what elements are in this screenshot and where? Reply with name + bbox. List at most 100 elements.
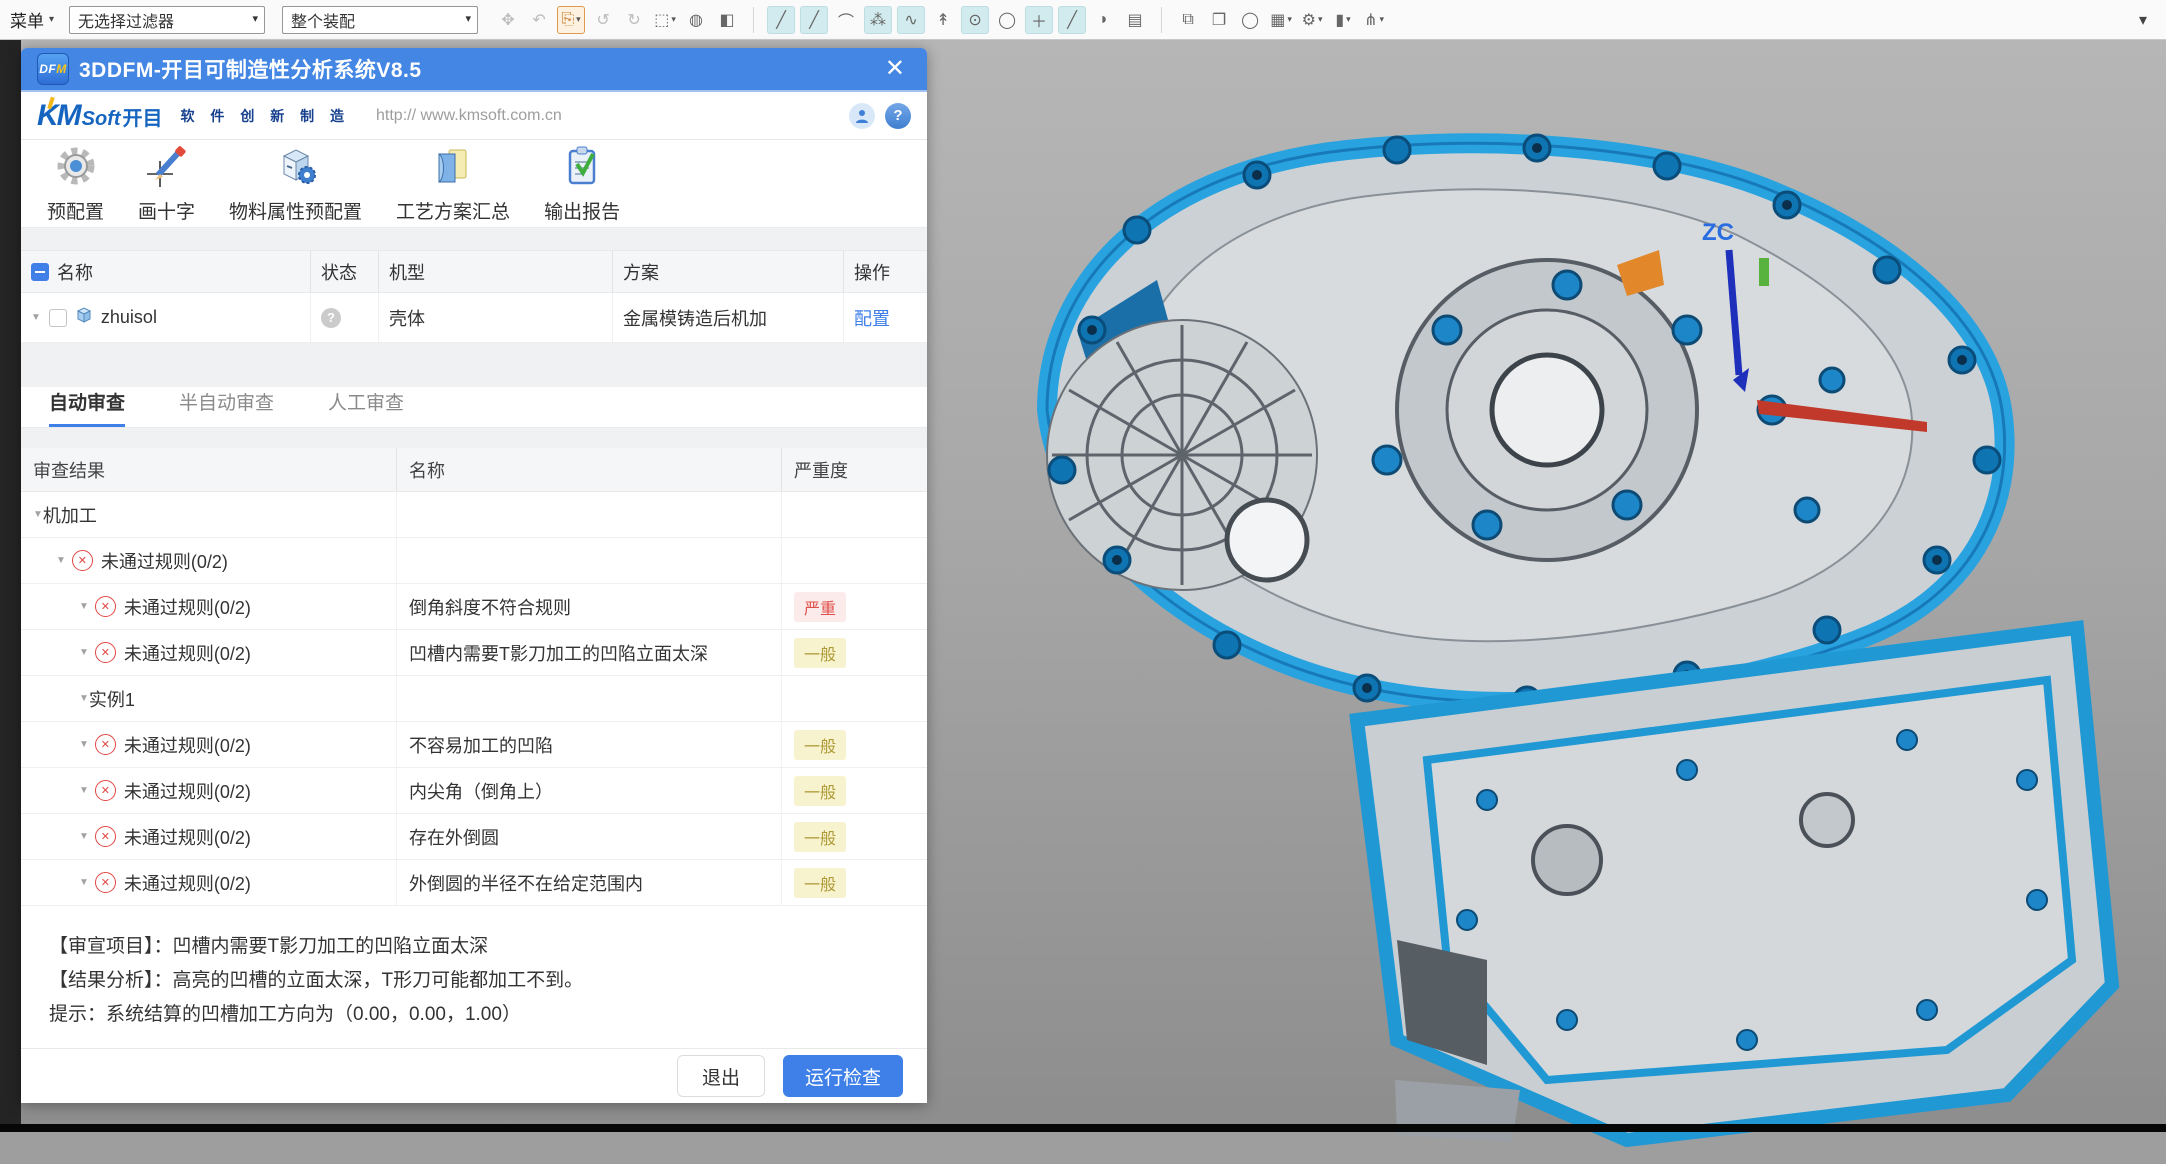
arc-tool-icon[interactable]: ⌒ <box>833 7 859 33</box>
spline-tool-icon[interactable]: ∿ <box>897 6 925 34</box>
pencil-crosshair-icon <box>145 144 189 193</box>
result-label: 未通过规则(0/2) <box>124 594 251 620</box>
action-toolbar: 预配置 画十字 物料属性预配置 <box>21 140 927 228</box>
exit-button[interactable]: 退出 <box>677 1055 765 1097</box>
半自动审查[interactable]: 半自动审查 <box>179 388 274 427</box>
sketch-line-icon[interactable]: ╱ <box>800 6 828 34</box>
cross-tool-icon[interactable]: ＋ <box>1025 6 1053 34</box>
result-row[interactable]: 未通过规则(0/2) 存在外倒圆 一般 <box>21 814 927 860</box>
expander-icon[interactable] <box>79 647 89 658</box>
result-row[interactable]: 实例1 <box>21 676 927 722</box>
人工审查[interactable]: 人工审查 <box>328 388 404 427</box>
close-icon[interactable]: ✕ <box>879 57 911 81</box>
rotate-left-icon[interactable]: ↺ <box>590 7 616 33</box>
rule-name: 倒角斜度不符合规则 <box>396 584 781 629</box>
dfm-dialog: DFM 3DDFM-开目可制造性分析系统V8.5 ✕ KMSoft开目 软 件 … <box>21 48 927 1103</box>
自动审查[interactable]: 自动审查 <box>49 388 125 427</box>
shaded-cube-icon[interactable]: ◧ <box>714 7 740 33</box>
expander-icon[interactable] <box>79 601 89 612</box>
spacer <box>21 228 927 250</box>
column-action: 操作 <box>843 251 927 292</box>
window-icon[interactable]: ❐ <box>1206 7 1232 33</box>
menu-button[interactable]: 菜单 <box>10 7 54 32</box>
severity-badge: 一般 <box>794 822 846 852</box>
rotate-right-icon[interactable]: ↻ <box>621 7 647 33</box>
error-icon <box>95 734 116 755</box>
process-plan-summary-button[interactable]: 工艺方案汇总 <box>396 144 510 224</box>
ellipse-tool-icon[interactable]: ◯ <box>994 7 1020 33</box>
select-all-checkbox[interactable] <box>31 263 49 281</box>
cylinder-icon[interactable]: ▮ <box>1330 7 1356 33</box>
error-icon <box>95 642 116 663</box>
result-row[interactable]: 未通过规则(0/2) 凹槽内需要T影刀加工的凹陷立面太深 一般 <box>21 630 927 676</box>
expander-icon[interactable] <box>79 785 89 796</box>
rule-name: 不容易加工的凹陷 <box>396 722 781 767</box>
segment-tool-icon[interactable]: ╱ <box>1058 6 1086 34</box>
preconfigure-button[interactable]: 预配置 <box>47 144 104 224</box>
result-row[interactable]: 未通过规则(0/2) 倒角斜度不符合规则 严重 <box>21 584 927 630</box>
assembly-scope-select[interactable]: 整个装配 <box>282 6 478 34</box>
row-checkbox[interactable] <box>49 309 67 327</box>
result-label: 未通过规则(0/2) <box>124 640 251 666</box>
result-table-body: 机加工 未通过规则(0/2) 未通过规则(0/2) 倒角斜度不符合 <box>21 492 927 906</box>
measure-icon[interactable]: ⋔ <box>1361 7 1387 33</box>
error-icon <box>95 780 116 801</box>
result-row[interactable]: 机加工 <box>21 492 927 538</box>
detail-line: 【结果分析】：高亮的凹槽的立面太深，T形刀可能都加工不到。 <box>49 964 927 998</box>
expander-icon[interactable] <box>79 693 89 704</box>
help-icon[interactable] <box>885 103 911 129</box>
circle-center-icon[interactable]: ⊙ <box>961 6 989 34</box>
undo-icon[interactable]: ↶ <box>526 7 552 33</box>
rule-name <box>396 492 781 537</box>
run-check-button[interactable]: 运行检查 <box>783 1055 903 1097</box>
rule-name <box>396 538 781 583</box>
spacer <box>21 343 927 387</box>
snapshot-icon[interactable]: ⧉ <box>1175 7 1201 33</box>
spacer <box>21 428 927 448</box>
solid-gear-icon[interactable]: ⚙ <box>1299 7 1325 33</box>
rule-name: 存在外倒圆 <box>396 814 781 859</box>
point-set-icon[interactable]: ⁂ <box>864 6 892 34</box>
selection-filter-select[interactable]: 无选择过滤器 <box>69 6 265 34</box>
error-icon <box>72 550 93 571</box>
plan-value: 金属模铸造后机加 <box>612 293 843 342</box>
detail-line: 【审宣项目】：凹槽内需要T影刀加工的凹陷立面太深 <box>49 930 927 964</box>
draw-cross-button[interactable]: 画十字 <box>138 144 195 224</box>
globe-icon[interactable]: ◍ <box>683 7 709 33</box>
result-row[interactable]: 未通过规则(0/2) 不容易加工的凹陷 一般 <box>21 722 927 768</box>
top-toolbar: 菜单 无选择过滤器 整个装配 ✥ ↶ ⎘ ↺ ↻ ⬚ ◍ <box>0 0 2166 40</box>
marquee-select-icon[interactable]: ⬚ <box>652 7 678 33</box>
result-label: 实例1 <box>89 686 135 712</box>
result-row[interactable]: 未通过规则(0/2) 内尖角（倒角上） 一般 <box>21 768 927 814</box>
expander-icon[interactable] <box>33 509 43 520</box>
user-icon[interactable] <box>849 103 875 129</box>
box-gear-icon <box>274 144 318 193</box>
ellipse-view-icon[interactable]: ◯ <box>1237 7 1263 33</box>
result-row[interactable]: 未通过规则(0/2) 外倒圆的半径不在给定范围内 一般 <box>21 860 927 906</box>
expander-icon[interactable] <box>79 831 89 842</box>
column-machine-type: 机型 <box>378 251 612 292</box>
dialog-titlebar[interactable]: DFM 3DDFM-开目可制造性分析系统V8.5 ✕ <box>21 48 927 92</box>
expander-icon[interactable] <box>56 555 66 566</box>
overflow-arrow-icon[interactable]: ▾ <box>2130 7 2156 33</box>
grid-icon[interactable]: ▦ <box>1268 7 1294 33</box>
face-profile-icon[interactable]: ◗ <box>1091 7 1117 33</box>
active-tool-icon[interactable]: ⎘ <box>557 6 585 34</box>
result-row[interactable]: 未通过规则(0/2) <box>21 538 927 584</box>
output-report-button[interactable]: 输出报告 <box>544 144 620 224</box>
configure-link[interactable]: 配置 <box>854 305 890 331</box>
result-label: 未通过规则(0/2) <box>124 870 251 896</box>
brand-slogan: 软 件 创 新 制 造 <box>181 106 350 126</box>
datum-axis-icon[interactable]: ↟ <box>930 7 956 33</box>
expander-icon[interactable] <box>31 312 41 323</box>
material-preconfigure-button[interactable]: 物料属性预配置 <box>229 144 362 224</box>
expander-icon[interactable] <box>79 739 89 750</box>
part-row[interactable]: zhuisol 壳体 金属模铸造后机加 配置 <box>21 293 927 343</box>
severity-badge: 一般 <box>794 638 846 668</box>
part-table-header: 名称 状态 机型 方案 操作 <box>21 250 927 293</box>
mesh-body-icon[interactable]: ▤ <box>1122 7 1148 33</box>
line-tool-icon[interactable]: ╱ <box>767 6 795 34</box>
window-bottom-edge <box>0 1124 2166 1132</box>
expander-icon[interactable] <box>79 877 89 888</box>
move-tool-icon[interactable]: ✥ <box>495 7 521 33</box>
